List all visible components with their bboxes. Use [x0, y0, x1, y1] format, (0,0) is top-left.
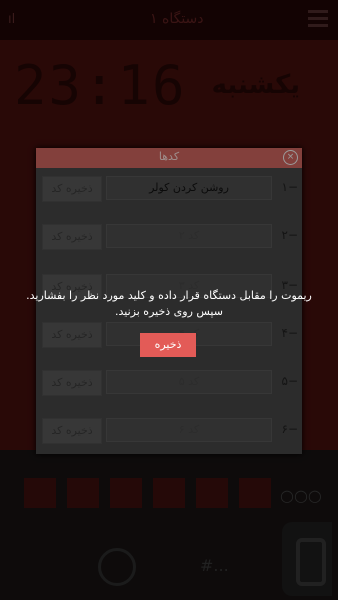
- prompt-line-1: ریموت را مقابل دستگاه قرار داده و کلید م…: [26, 289, 312, 302]
- prompt-save-button[interactable]: ذخیره: [140, 333, 196, 357]
- record-prompt: ریموت را مقابل دستگاه قرار داده و کلید م…: [20, 288, 318, 320]
- prompt-line-2: سپس روی ذخیره بزنید.: [115, 305, 223, 318]
